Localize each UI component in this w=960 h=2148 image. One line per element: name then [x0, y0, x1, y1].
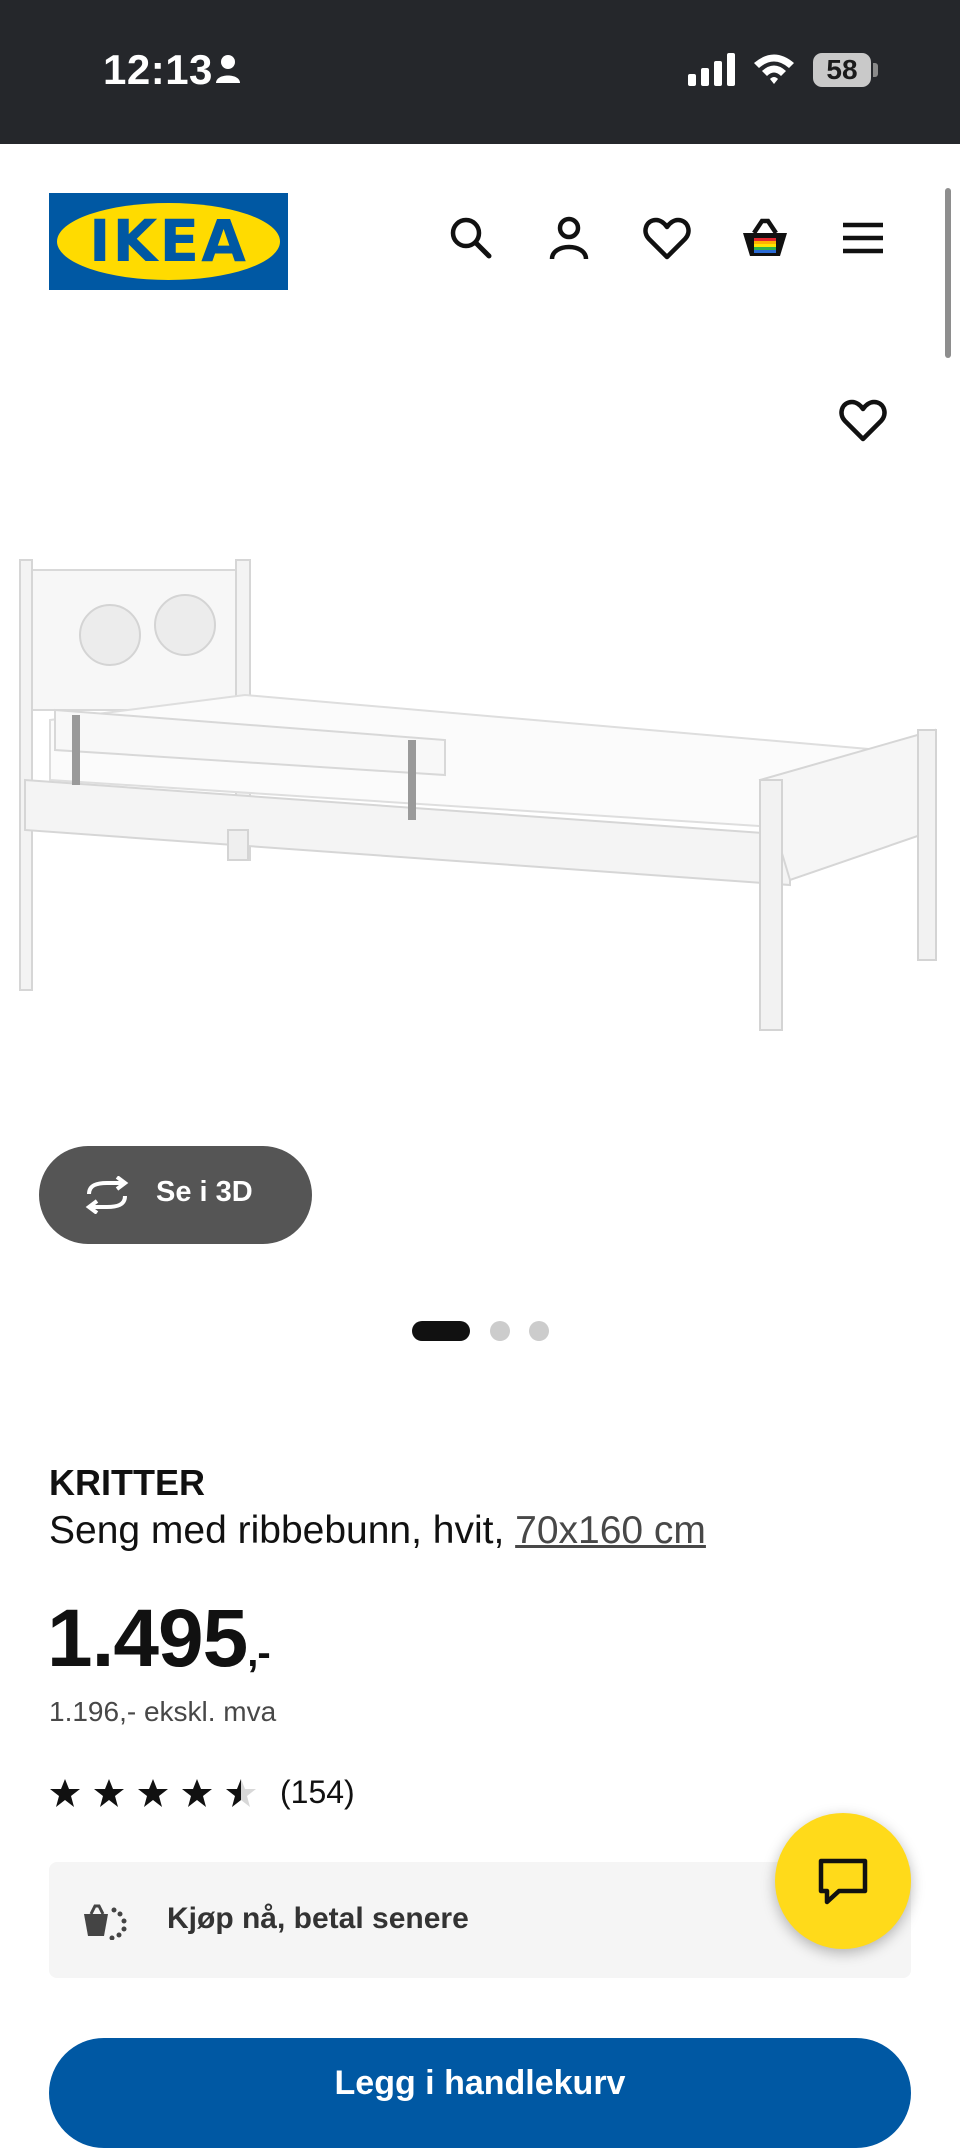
wishlist-icon[interactable]	[642, 213, 692, 263]
person-icon	[215, 54, 241, 89]
product-name: KRITTER	[49, 1462, 205, 1503]
chat-bubble-icon	[818, 1858, 868, 1905]
menu-icon[interactable]	[838, 213, 888, 263]
product-size-link[interactable]: 70x160 cm	[515, 1509, 706, 1552]
carousel-dot-2[interactable]	[490, 1321, 510, 1341]
star-icon	[50, 1779, 80, 1807]
account-icon[interactable]	[544, 213, 594, 263]
product-description-text: Seng med ribbebunn, hvit,	[49, 1509, 516, 1552]
star-icon	[138, 1779, 168, 1807]
shopping-bag-icon	[82, 1902, 130, 1945]
wifi-icon	[752, 52, 796, 91]
cellular-signal-icon	[688, 52, 736, 91]
search-icon[interactable]	[446, 213, 496, 263]
add-to-cart-button[interactable]: Legg i handlekurv	[49, 2038, 911, 2148]
rotate-3d-icon	[81, 1175, 133, 1219]
pay-later-label: Kjøp nå, betal senere	[167, 1902, 469, 1935]
status-bar: 12:13 58	[0, 0, 960, 144]
status-time: 12:13	[103, 46, 213, 93]
product-price: 1.495,-	[47, 1592, 271, 1686]
cart-icon[interactable]	[740, 213, 790, 263]
review-count[interactable]: (154)	[280, 1774, 355, 1811]
battery-icon: 58	[813, 53, 871, 87]
ikea-logo[interactable]: IKEA	[49, 193, 288, 290]
product-description: Seng med ribbebunn, hvit, 70x160 cm	[49, 1509, 706, 1553]
view-3d-button[interactable]: Se i 3D	[39, 1146, 312, 1244]
carousel-dot-3[interactable]	[529, 1321, 549, 1341]
price-value: 1.495	[47, 1593, 248, 1684]
product-image[interactable]	[0, 530, 960, 1090]
add-to-cart-label: Legg i handlekurv	[334, 2064, 626, 2102]
price-ex-vat: 1.196,- ekskl. mva	[49, 1696, 277, 1727]
logo-text: IKEA	[88, 207, 249, 275]
scrollbar[interactable]	[945, 188, 951, 358]
view-3d-label: Se i 3D	[156, 1176, 253, 1208]
star-icon	[94, 1779, 124, 1807]
favorite-heart-icon[interactable]	[838, 395, 888, 445]
star-icon	[182, 1779, 212, 1807]
half-star-icon	[226, 1779, 256, 1807]
chat-button[interactable]	[775, 1813, 911, 1949]
battery-tip	[873, 63, 878, 77]
price-suffix: ,-	[247, 1631, 270, 1675]
carousel-dot-1[interactable]	[412, 1321, 470, 1341]
